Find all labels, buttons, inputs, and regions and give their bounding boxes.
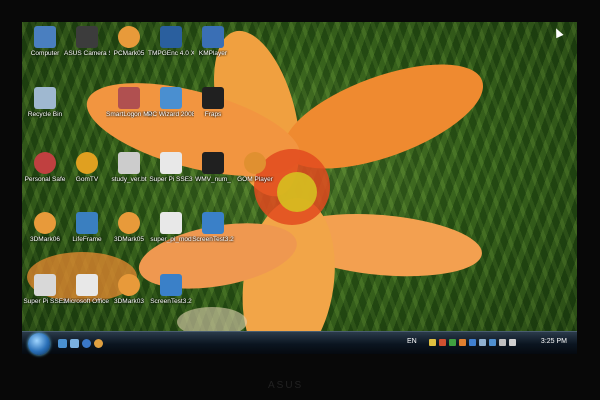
network-icon[interactable] bbox=[499, 339, 506, 346]
desktop-icon-3dmark05[interactable]: 3DMark05 bbox=[106, 212, 152, 260]
desktop-icon-label: KMPlayer bbox=[198, 50, 228, 57]
video-file-icon bbox=[202, 152, 224, 174]
desktop-icon-label: Recycle Bin bbox=[27, 111, 63, 118]
flower-throat bbox=[277, 172, 317, 212]
desktop-icon-gom-player[interactable]: GOM Player bbox=[232, 152, 278, 200]
desktop-icon-kmplayer[interactable]: KMPlayer bbox=[190, 26, 236, 74]
desktop-icon-screentest[interactable]: ScreenTest3.2 bbox=[190, 212, 236, 260]
screentest-icon bbox=[202, 212, 224, 234]
desktop-icon-tmpgenc[interactable]: TMPGEnc 4.0 XPress Trial bbox=[148, 26, 194, 74]
computer-icon bbox=[34, 26, 56, 48]
switch-windows-icon[interactable] bbox=[70, 339, 79, 348]
smartlogon-icon bbox=[118, 87, 140, 109]
desktop-icon-label: ScreenTest3.2 bbox=[150, 298, 192, 305]
taskbar-clock[interactable]: 3:25 PM bbox=[541, 338, 567, 345]
office-icon bbox=[76, 274, 98, 296]
super-pi-sse3-icon bbox=[34, 274, 56, 296]
desktop-icon-label: Microsoft Office ... bbox=[64, 298, 110, 305]
tray-app-icon[interactable] bbox=[439, 339, 446, 346]
monitor-brand-logo: ASUS bbox=[268, 380, 304, 391]
recycle-bin-icon bbox=[34, 87, 56, 109]
desktop-icon-asus-camera[interactable]: ASUS Camera ScreenSaver bbox=[64, 26, 110, 74]
super-pi-mod-icon bbox=[160, 212, 182, 234]
pcmark-icon bbox=[118, 26, 140, 48]
gomtv-icon bbox=[76, 152, 98, 174]
desktop-icon-label: Fraps bbox=[204, 111, 222, 118]
desktop-icon-pcmark05[interactable]: PCMark05 bbox=[106, 26, 152, 74]
language-indicator[interactable]: EN bbox=[407, 338, 417, 345]
desktop-icon-label: super_pi_mod bbox=[150, 236, 192, 243]
fraps-icon bbox=[202, 87, 224, 109]
desktop-icon-recycle-bin[interactable]: Recycle Bin bbox=[22, 87, 68, 135]
desktop-icon-super-pi-sse3[interactable]: Super Pi SSE3 bbox=[22, 274, 68, 322]
desktop-icon-label: 3DMark03 bbox=[114, 298, 144, 305]
3dmark06-icon bbox=[34, 212, 56, 234]
desktop-icon-label: PCMark05 bbox=[113, 50, 145, 57]
desktop-icon-label: GOM Player bbox=[237, 176, 273, 183]
kmplayer-icon bbox=[202, 26, 224, 48]
media-player-icon[interactable] bbox=[94, 339, 103, 348]
file-icon bbox=[118, 152, 140, 174]
desktop-icon-lifeframe[interactable]: LifeFrame bbox=[64, 212, 110, 260]
desktop-icon-label: ASUS Camera ScreenSaver bbox=[64, 50, 110, 57]
desktop-icon-fraps[interactable]: Fraps bbox=[190, 87, 236, 135]
start-button[interactable] bbox=[28, 333, 50, 355]
desktop-icon-screentest-2[interactable]: ScreenTest3.2 bbox=[148, 274, 194, 322]
camera-icon bbox=[76, 26, 98, 48]
desktop-icon-label: Super Pi SSE3 bbox=[149, 176, 193, 183]
desktop-icon-gomtv[interactable]: GomTV bbox=[64, 152, 110, 200]
show-desktop-icon[interactable] bbox=[58, 339, 67, 348]
desktop-icon-personal-safe[interactable]: Personal Safe bbox=[22, 152, 68, 200]
tray-app-icon[interactable] bbox=[469, 339, 476, 346]
desktop-icon-computer[interactable]: Computer bbox=[22, 26, 68, 74]
desktop-icon-pc-wizard[interactable]: PC Wizard 2008 bbox=[148, 87, 194, 135]
desktop-icon-label: WMV_num_ bbox=[195, 176, 231, 183]
desktop-icon-label: GomTV bbox=[75, 176, 99, 183]
screentest-2-icon bbox=[160, 274, 182, 296]
desktop-icon-label: study_ver.bt bbox=[111, 176, 147, 183]
desktop-icon-3dmark03[interactable]: 3DMark03 bbox=[106, 274, 152, 322]
desktop-icon-label: SmartLogon Manager bbox=[106, 111, 152, 118]
desktop-icon-super-pi-mod[interactable]: super_pi_mod bbox=[148, 212, 194, 260]
tray-app-icon[interactable] bbox=[489, 339, 496, 346]
desktop-icon-smartlogon[interactable]: SmartLogon Manager bbox=[106, 87, 152, 135]
tray-app-icon[interactable] bbox=[479, 339, 486, 346]
desktop-icon-label: Computer bbox=[30, 50, 60, 57]
desktop-icon-study-file[interactable]: study_ver.bt bbox=[106, 152, 152, 200]
volume-icon[interactable] bbox=[509, 339, 516, 346]
desktop-icon-label: 3DMark05 bbox=[114, 236, 144, 243]
3dmark03-icon bbox=[118, 274, 140, 296]
desktop-icon-label: LifeFrame bbox=[72, 236, 102, 243]
desktop-icon-office[interactable]: Microsoft Office ... bbox=[64, 274, 110, 322]
desktop-icon-wmv-file[interactable]: WMV_num_ bbox=[190, 152, 236, 200]
pc-wizard-icon bbox=[160, 87, 182, 109]
tray-app-icon[interactable] bbox=[449, 339, 456, 346]
tray-arrow-icon[interactable] bbox=[429, 339, 436, 346]
system-tray: EN 3:25 PM bbox=[407, 332, 577, 354]
desktop-icon-label: TMPGEnc 4.0 XPress Trial bbox=[148, 50, 194, 57]
internet-explorer-icon[interactable] bbox=[82, 339, 91, 348]
super-pi-icon bbox=[160, 152, 182, 174]
taskbar: EN 3:25 PM bbox=[22, 331, 577, 355]
desktop-icon-label: ScreenTest3.2 bbox=[192, 236, 234, 243]
tray-app-icon[interactable] bbox=[459, 339, 466, 346]
desktop-icon-3dmark06[interactable]: 3DMark06 bbox=[22, 212, 68, 260]
desktop-icon-super-pi[interactable]: Super Pi SSE3 bbox=[148, 152, 194, 200]
desktop-icon-label: Super Pi SSE3 bbox=[23, 298, 67, 305]
desktop[interactable]: Computer ASUS Camera ScreenSaver PCMark0… bbox=[22, 22, 577, 353]
desktop-icon-label: Personal Safe bbox=[24, 176, 66, 183]
personal-safe-icon bbox=[34, 152, 56, 174]
tmpgenc-icon bbox=[160, 26, 182, 48]
lifeframe-icon bbox=[76, 212, 98, 234]
3dmark05-icon bbox=[118, 212, 140, 234]
desktop-icon-label: 3DMark06 bbox=[30, 236, 60, 243]
gom-player-icon bbox=[244, 152, 266, 174]
desktop-icon-label: PC Wizard 2008 bbox=[148, 111, 194, 118]
